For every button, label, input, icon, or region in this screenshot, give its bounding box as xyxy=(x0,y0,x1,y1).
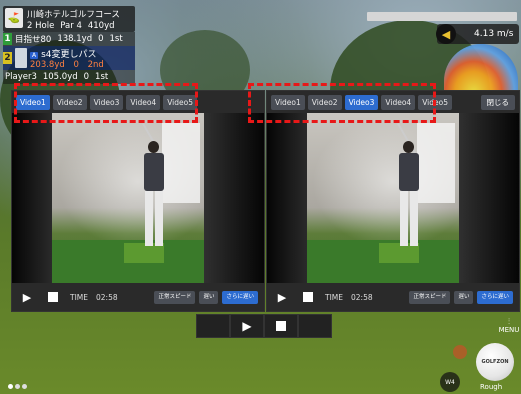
time-value: 02:58 xyxy=(96,292,118,302)
hole-par: Par 4 xyxy=(60,21,82,31)
wind-direction-arrow-icon: ◀ xyxy=(436,24,456,44)
wind-speed: 4.13 m/s xyxy=(474,29,514,39)
player-rank: 1st xyxy=(109,34,123,44)
ball-brand-label: GOLFZON xyxy=(481,359,509,365)
player-avatar-icon xyxy=(15,48,27,68)
time-value: 02:58 xyxy=(351,292,373,302)
player-strokes: 0 xyxy=(98,34,104,44)
time-label: TIME xyxy=(325,292,344,302)
player-distance: 105.0yd xyxy=(42,72,78,82)
stop-icon xyxy=(48,292,58,302)
player-distance: 203.8yd xyxy=(30,59,65,70)
course-header: ⛳ 川崎ホテルゴルフコース 2 Hole Par 4 410yd xyxy=(3,6,135,32)
master-controls: ▶ xyxy=(196,314,332,338)
player-row: 1 目指せ80 138.1yd 0 1st xyxy=(3,32,135,46)
player-strokes: 0 xyxy=(83,72,90,82)
stop-button[interactable] xyxy=(299,288,317,306)
course-name: 川崎ホテルゴルフコース xyxy=(27,10,120,20)
video-panel-left: Video1 Video2 Video3 Video4 Video5 ▶ TIM… xyxy=(11,90,265,312)
club-button[interactable]: W4 xyxy=(440,372,460,392)
master-spacer xyxy=(196,314,230,338)
club-label: W4 xyxy=(445,378,455,386)
master-play-button[interactable]: ▶ xyxy=(230,314,264,338)
status-bar xyxy=(367,12,517,21)
hole-number: 2 Hole xyxy=(27,21,55,31)
golfer-figure xyxy=(140,123,168,251)
normal-speed-button[interactable]: 正常スピード xyxy=(154,290,196,304)
player-rank: 2nd xyxy=(87,59,104,70)
menu-button[interactable]: ⫶ MENU xyxy=(498,318,520,340)
player-strokes: 0 xyxy=(73,59,79,70)
slower-button[interactable]: さらに遅い xyxy=(477,290,513,304)
master-spacer xyxy=(298,314,332,338)
player-number: 1 xyxy=(3,33,12,45)
player-row-current: 2 As4変更しパス 203.8yd 0 2nd xyxy=(3,46,135,70)
player-badge: A xyxy=(30,51,39,59)
play-button[interactable]: ▶ xyxy=(18,288,36,306)
slow-button[interactable]: 遅い xyxy=(454,290,474,304)
slower-button[interactable]: さらに遅い xyxy=(222,290,258,304)
player-number: 2 xyxy=(3,52,12,64)
stop-icon xyxy=(276,321,286,331)
swing-video[interactable] xyxy=(267,113,519,285)
menu-icon: ⫶ xyxy=(508,317,510,326)
player-name: s4変更しパス xyxy=(41,49,97,60)
hole-yardage: 410yd xyxy=(87,21,115,31)
playback-controls: ▶ TIME 02:58 正常スピード 遅い さらに遅い xyxy=(267,283,519,311)
player-name: Player3 xyxy=(5,72,37,82)
stop-icon xyxy=(303,292,313,302)
flag-icon[interactable] xyxy=(453,345,467,359)
scoreboard: ⛳ 川崎ホテルゴルフコース 2 Hole Par 4 410yd 1 目指せ80… xyxy=(3,6,135,84)
slow-button[interactable]: 遅い xyxy=(199,290,219,304)
highlight-box-right xyxy=(248,83,436,123)
menu-label: MENU xyxy=(498,326,520,334)
player-rank: 1st xyxy=(95,72,109,82)
master-stop-button[interactable] xyxy=(264,314,298,338)
lie-label: Rough xyxy=(480,383,503,391)
swing-video[interactable] xyxy=(12,113,264,285)
highlight-box-left xyxy=(14,83,198,123)
normal-speed-button[interactable]: 正常スピード xyxy=(409,290,451,304)
close-button[interactable]: 閉じる xyxy=(480,94,515,110)
time-label: TIME xyxy=(70,292,89,302)
golfer-figure xyxy=(395,123,423,251)
page-dots[interactable] xyxy=(8,384,27,389)
player-distance: 138.1yd xyxy=(57,34,93,44)
player-row: Player3 105.0yd 0 1st xyxy=(3,70,135,84)
wind-indicator: ◀ 4.13 m/s xyxy=(436,24,519,44)
playback-controls: ▶ TIME 02:58 正常スピード 遅い さらに遅い xyxy=(12,283,264,311)
play-button[interactable]: ▶ xyxy=(273,288,291,306)
video-panel-right: Video1 Video2 Video3 Video4 Video5 閉じる ▶… xyxy=(266,90,520,312)
ball-button[interactable]: GOLFZON xyxy=(476,343,514,381)
player-name: 目指せ80 xyxy=(15,35,52,45)
stop-button[interactable] xyxy=(44,288,62,306)
course-logo-icon: ⛳ xyxy=(5,8,23,28)
